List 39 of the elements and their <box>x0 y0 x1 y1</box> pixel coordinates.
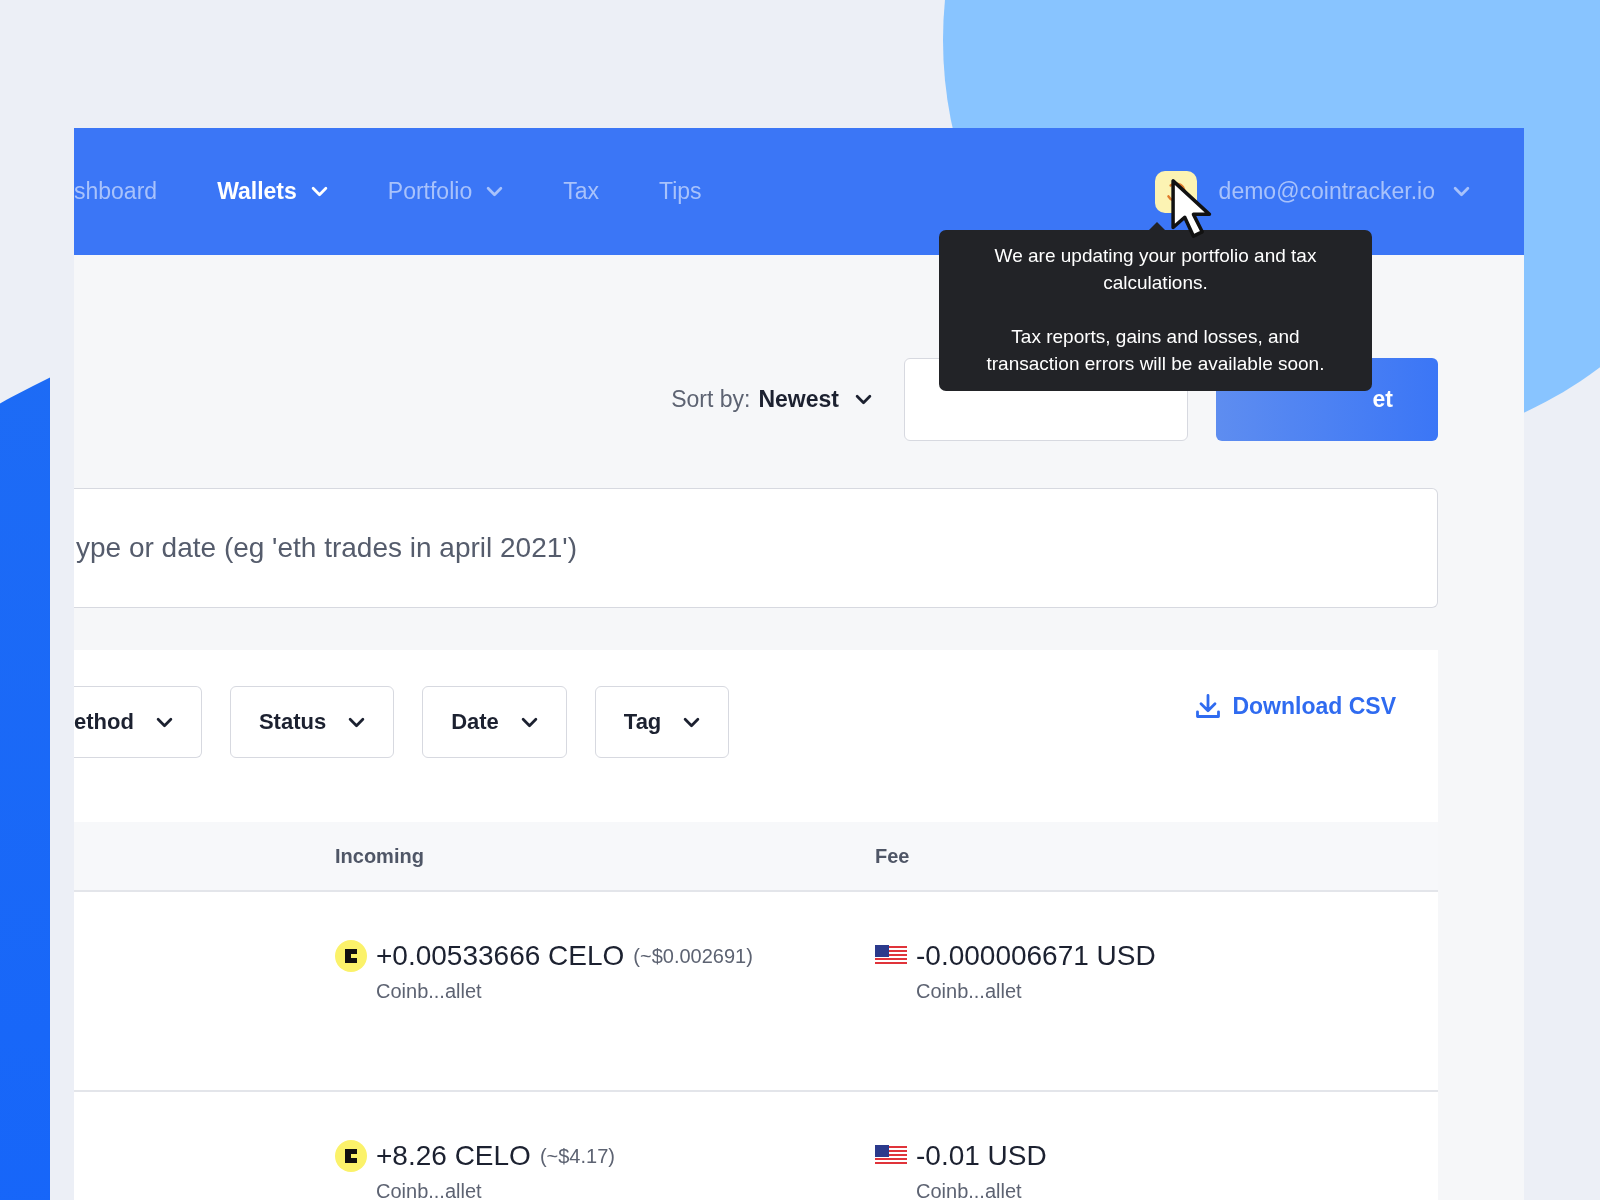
usd-value-text: (~$4.17) <box>539 1144 615 1168</box>
caret-icon <box>1453 186 1470 197</box>
coin-icon <box>335 1140 367 1172</box>
filter-dropdown[interactable]: Tag <box>594 686 730 758</box>
column-header: Incoming <box>335 844 425 868</box>
nav-tab[interactable]: Portfolio <box>387 178 504 205</box>
account-menu[interactable]: demo@cointracker.io <box>1218 178 1470 205</box>
caret-icon <box>855 394 872 405</box>
caret-icon <box>348 716 366 728</box>
caret-icon <box>520 716 538 728</box>
wallet-name: Coinb...allet <box>916 1180 1023 1200</box>
usd-value-text: (~$0.002691) <box>633 944 753 968</box>
download-icon <box>1194 692 1223 720</box>
nav-tab[interactable]: shboard <box>74 178 158 205</box>
amount-text: -0.000006671 USD <box>916 940 1156 972</box>
amount-text: -0.01 USD <box>916 1140 1047 1172</box>
wallet-name: Coinb...allet <box>916 980 1023 1003</box>
search-field[interactable]: ype or date (eg 'eth trades in april 2021') <box>74 488 1438 608</box>
caret-icon <box>683 716 701 728</box>
nav-tab[interactable]: Tips <box>658 178 702 205</box>
amount-text: +0.00533666 CELO <box>376 940 625 972</box>
flag-icon <box>875 1145 907 1167</box>
wallet-name: Coinb...allet <box>376 1180 483 1200</box>
filter-dropdown[interactable]: ethod <box>74 686 202 758</box>
nav-tab[interactable]: Wallets <box>217 178 328 205</box>
wallet-name: Coinb...allet <box>376 980 483 1003</box>
nav-tab[interactable]: Tax <box>563 178 599 205</box>
caret-icon <box>310 186 328 197</box>
filter-dropdown[interactable]: Status <box>229 686 395 758</box>
sort-dropdown[interactable]: Sort by: Newest <box>671 386 872 413</box>
download-csv-link[interactable]: Download CSV <box>1194 692 1396 720</box>
flag-icon <box>875 945 907 967</box>
coin-icon <box>335 940 367 972</box>
caret-icon <box>155 716 173 728</box>
amount-text: +8.26 CELO <box>376 1140 531 1172</box>
caret-icon <box>486 186 504 197</box>
filter-dropdown[interactable]: Date <box>422 686 567 758</box>
column-header: Fee <box>875 844 911 868</box>
tooltip-text: We are updating your portfolio and tax calculations. <box>993 244 1318 295</box>
